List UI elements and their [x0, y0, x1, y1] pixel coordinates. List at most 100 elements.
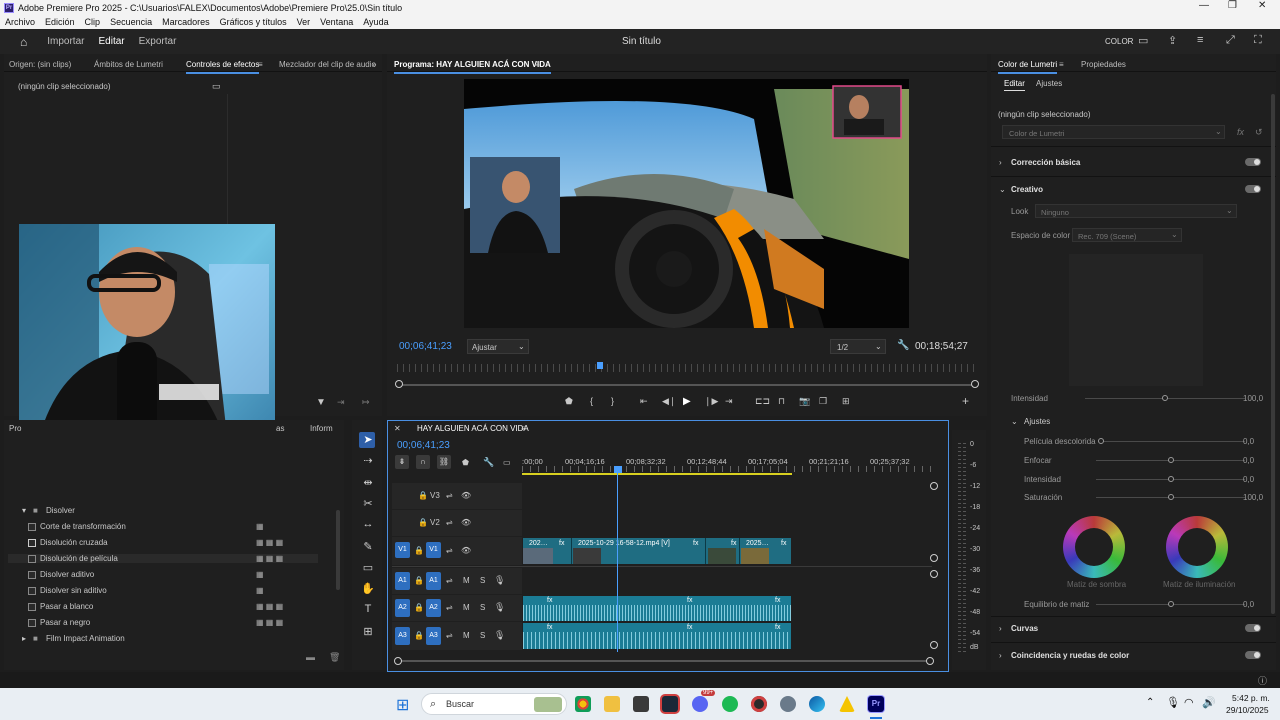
- tab-info[interactable]: Inform: [310, 424, 333, 433]
- basic-correction-toggle[interactable]: [1245, 158, 1261, 166]
- settings-gear-icon[interactable]: [780, 696, 796, 712]
- microphone-icon[interactable]: 🎙: [494, 575, 505, 586]
- program-video-frame[interactable]: [464, 79, 909, 328]
- nest-toggle-icon[interactable]: ⇟: [395, 455, 409, 469]
- new-bin-icon[interactable]: ▬: [306, 652, 315, 662]
- zoom-scrollbar[interactable]: [399, 384, 975, 386]
- scroll-handle-left[interactable]: [394, 657, 402, 665]
- faded-film-knob[interactable]: [1098, 438, 1104, 444]
- sync-lock-icon[interactable]: ⇌: [446, 546, 453, 555]
- workspace-label[interactable]: COLOR: [1105, 37, 1133, 46]
- solo-button[interactable]: S: [480, 603, 485, 612]
- program-ruler[interactable]: [397, 364, 977, 372]
- menu-clip[interactable]: Clip: [80, 17, 106, 27]
- edge-icon[interactable]: [809, 696, 825, 712]
- audio-clip-track-a3[interactable]: fx fx fx: [523, 623, 791, 649]
- source-patch-a2[interactable]: A2: [395, 599, 410, 617]
- tray-chevron-icon[interactable]: ⌃: [1146, 697, 1154, 708]
- clock-time[interactable]: 5:42 p. m.: [1232, 693, 1270, 703]
- panel-menu-icon[interactable]: ≡: [258, 60, 263, 69]
- a-scroll-handle[interactable]: [930, 570, 938, 578]
- microphone-icon[interactable]: 🎙: [494, 602, 505, 613]
- play-icon[interactable]: ▶: [683, 396, 691, 407]
- info-icon[interactable]: ⓘ: [1258, 674, 1267, 687]
- step-back-icon[interactable]: ◀❘: [662, 396, 676, 407]
- track-label[interactable]: A2: [426, 599, 441, 617]
- slip-tool-icon[interactable]: ↔: [360, 518, 376, 530]
- maximize-icon[interactable]: ❐: [1228, 0, 1237, 11]
- close-icon[interactable]: ✕: [1258, 0, 1266, 11]
- panel-menu-icon[interactable]: ≡: [521, 424, 526, 433]
- audio-clip-track-a2[interactable]: fx fx fx: [523, 596, 791, 621]
- premiere-taskbar-icon[interactable]: Pr: [868, 696, 884, 712]
- tab-audio-mixer[interactable]: Mezclador del clip de audio: [279, 60, 376, 69]
- tab-properties[interactable]: Propiedades: [1081, 60, 1126, 69]
- store-icon[interactable]: [633, 696, 649, 712]
- sync-lock-icon[interactable]: ⇌: [446, 576, 453, 585]
- subtab-edit[interactable]: Editar: [1004, 79, 1025, 91]
- eye-icon[interactable]: 👁: [461, 518, 471, 527]
- pen-tool-icon[interactable]: ✎: [360, 540, 376, 553]
- file-explorer-icon[interactable]: [604, 696, 620, 712]
- mute-button[interactable]: M: [463, 603, 470, 612]
- scroll-handle-left[interactable]: [395, 380, 403, 388]
- source-patch-a1[interactable]: A1: [395, 572, 410, 590]
- lumetri-scrollbar[interactable]: [1271, 94, 1275, 614]
- workspaces-menu-icon[interactable]: ≡: [1197, 34, 1203, 46]
- color-wheels-toggle[interactable]: [1245, 651, 1261, 659]
- spotify-icon[interactable]: [722, 696, 738, 712]
- wrench-icon[interactable]: 🔧: [897, 340, 909, 351]
- filter-icon[interactable]: ▼: [316, 397, 326, 408]
- recording-app-icon[interactable]: [751, 696, 767, 712]
- timeline-ruler[interactable]: :00;00 00;04;16;16 00;08;32;32 00;12;48;…: [522, 456, 932, 476]
- menu-ventana[interactable]: Ventana: [315, 17, 358, 27]
- mute-button[interactable]: M: [463, 576, 470, 585]
- source-patch-v1[interactable]: V1: [395, 542, 410, 558]
- folder-collapse-icon[interactable]: ▸: [22, 634, 26, 643]
- reset-icon[interactable]: ↺: [1255, 127, 1263, 138]
- lock-icon[interactable]: 🔒: [418, 518, 428, 527]
- track-label[interactable]: V1: [426, 542, 441, 558]
- solo-button[interactable]: S: [480, 576, 485, 585]
- minimize-icon[interactable]: —: [1199, 0, 1209, 11]
- sync-lock-icon[interactable]: ⇌: [446, 603, 453, 612]
- tabs-overflow-icon[interactable]: »: [372, 60, 376, 69]
- video-clip-track-v1[interactable]: 202… fx 2025-10-29 16-58-12.mp4 [V] fx f…: [523, 538, 791, 564]
- ripple-edit-tool-icon[interactable]: ⇹: [360, 476, 376, 489]
- caption-tool-icon[interactable]: ⊞: [360, 625, 376, 638]
- saturation-knob[interactable]: [1168, 494, 1174, 500]
- track-label[interactable]: A3: [426, 627, 441, 645]
- expand-icon[interactable]: ⤢: [1226, 34, 1235, 47]
- linked-selection-icon[interactable]: ⛓: [437, 455, 451, 469]
- lock-icon[interactable]: 🔒: [418, 491, 428, 500]
- fx-icon[interactable]: fx: [1237, 127, 1244, 137]
- menu-ver[interactable]: Ver: [292, 17, 316, 27]
- chevron-right-icon[interactable]: ›: [999, 624, 1002, 633]
- tab-project[interactable]: Pro: [9, 424, 21, 433]
- lock-icon[interactable]: 🔒: [414, 576, 424, 585]
- trash-icon[interactable]: 🗑: [329, 652, 340, 663]
- menu-archivo[interactable]: Archivo: [0, 17, 40, 27]
- eye-icon[interactable]: 👁: [461, 546, 471, 555]
- colorspace-dropdown[interactable]: Rec. 709 (Scene) ⌄: [1072, 228, 1182, 242]
- intensity-knob[interactable]: [1162, 395, 1168, 401]
- share-icon[interactable]: ⇪: [1168, 34, 1177, 47]
- track-select-tool-icon[interactable]: ⇢: [360, 454, 376, 467]
- work-area-bar[interactable]: [522, 473, 792, 475]
- timeline-timecode[interactable]: 00;06;41;23: [397, 440, 450, 451]
- tab-effect-controls[interactable]: Controles de efectos: [186, 60, 260, 74]
- faded-film-value[interactable]: 0,0: [1243, 437, 1254, 446]
- add-marker-icon[interactable]: ⬟: [565, 396, 573, 407]
- lumetri-effect-dropdown[interactable]: Color de Lumetri ⌄: [1002, 125, 1225, 139]
- lock-icon[interactable]: 🔒: [414, 603, 424, 612]
- hand-tool-icon[interactable]: ✋: [360, 582, 376, 595]
- volume-icon[interactable]: 🔊: [1202, 696, 1216, 709]
- folder-disolver[interactable]: Disolver: [46, 506, 75, 515]
- home-icon[interactable]: ⌂: [20, 35, 27, 49]
- eye-icon[interactable]: 👁: [461, 491, 471, 500]
- fullscreen-icon[interactable]: ⛶: [1254, 34, 1262, 47]
- nav-exportar[interactable]: Exportar: [139, 36, 177, 47]
- chevron-down-icon[interactable]: ⌄: [999, 185, 1006, 194]
- discord-icon[interactable]: [692, 696, 708, 712]
- timeline-zoom-scrollbar[interactable]: [398, 660, 930, 662]
